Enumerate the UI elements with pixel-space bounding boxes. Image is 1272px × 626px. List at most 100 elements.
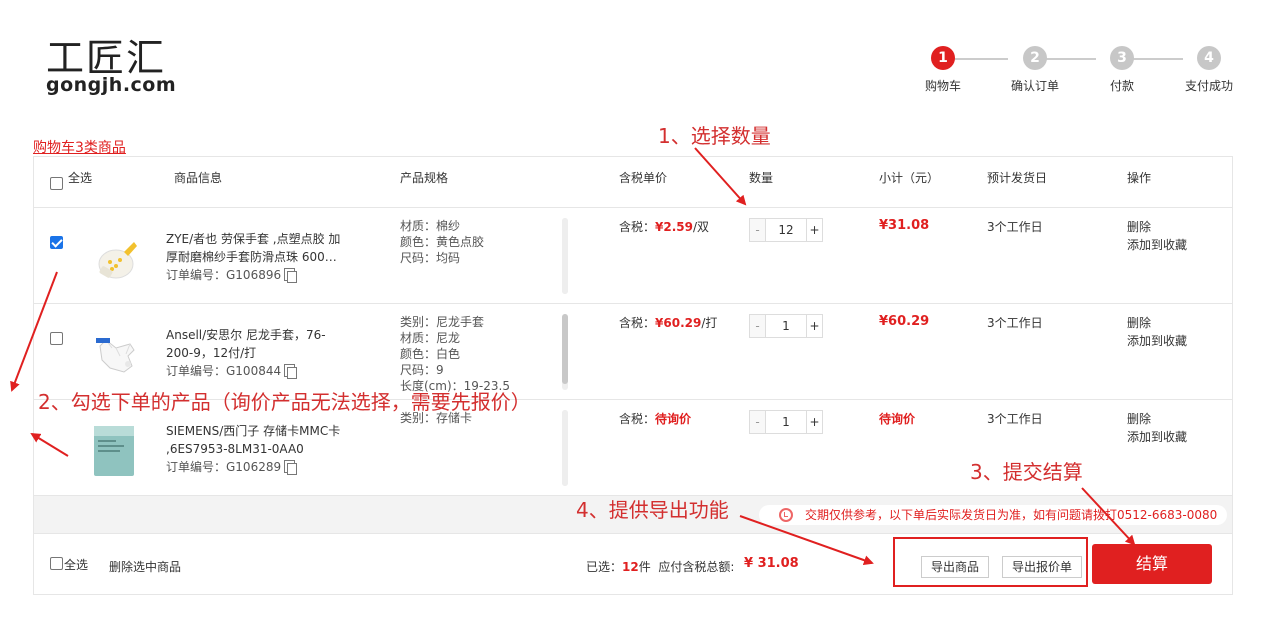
annotation-check-products: 2、勾选下单的产品（询价产品无法选择，需要先报价） xyxy=(38,390,531,414)
header-select-all: 全选 xyxy=(68,171,93,185)
product-title[interactable]: Ansell/安思尔 尼龙手套，76-200-9，12付/打 xyxy=(166,326,346,362)
quantity-stepper: - 1 + xyxy=(749,314,823,338)
delete-link[interactable]: 删除 xyxy=(1127,314,1187,332)
step-label: 付款 xyxy=(1109,79,1134,93)
export-goods-button[interactable]: 导出商品 xyxy=(921,556,989,578)
scrollbar-track xyxy=(562,218,568,294)
qty-decrease-button[interactable]: - xyxy=(750,315,766,337)
siemens-memory-card-image[interactable] xyxy=(86,422,142,478)
row-subtotal: ¥31.08 xyxy=(879,218,930,233)
annotation-select-quantity: 1、选择数量 xyxy=(658,124,771,148)
spec-line: 尺码：均码 xyxy=(400,251,461,265)
step-number: 2 xyxy=(1023,46,1047,70)
spec-line: 材质：尼龙 xyxy=(400,331,461,345)
add-to-favorites-link[interactable]: 添加到收藏 xyxy=(1127,428,1187,446)
logo[interactable]: 工匠汇 gongjh.com xyxy=(44,38,184,98)
spec-scrollbar[interactable] xyxy=(562,410,568,486)
total-label: 应付含税总额: xyxy=(658,560,735,574)
add-to-favorites-link[interactable]: 添加到收藏 xyxy=(1127,236,1187,254)
qty-input[interactable]: 1 xyxy=(767,411,805,433)
step-payment-success: 4 支付成功 xyxy=(1174,46,1244,94)
copy-icon[interactable] xyxy=(284,268,298,283)
annotation-export: 4、提供导出功能 xyxy=(576,498,729,522)
qty-increase-button[interactable]: + xyxy=(806,411,822,433)
qty-input[interactable]: 12 xyxy=(767,219,805,241)
product-spec: 类别：尼龙手套 材质：尼龙 颜色：白色 尺码：9 长度(cm)：19-23.5 xyxy=(400,314,560,392)
copy-icon[interactable] xyxy=(284,460,298,475)
product-name[interactable]: ZYE/者也 劳保手套 ,点塑点胶 加厚耐磨棉纱手套防滑点珠 600… 订单编号… xyxy=(166,230,346,284)
spec-line: 尺码：9 xyxy=(400,363,444,377)
product-name[interactable]: SIEMENS/西门子 存储卡MMC卡 ,6ES7953-8LM31-0AA0 … xyxy=(166,422,346,476)
select-all-checkbox[interactable] xyxy=(50,177,63,190)
logo-chinese-text: 工匠汇 xyxy=(46,36,167,80)
header-unit-price: 含税单价 xyxy=(619,171,668,185)
product-title[interactable]: SIEMENS/西门子 存储卡MMC卡 ,6ES7953-8LM31-0AA0 xyxy=(166,422,346,458)
step-number: 3 xyxy=(1110,46,1134,70)
delete-link[interactable]: 删除 xyxy=(1127,410,1187,428)
spec-scrollbar[interactable] xyxy=(562,314,568,390)
step-label: 购物车 xyxy=(924,79,961,93)
header-operations: 操作 xyxy=(1127,171,1152,185)
footer-select-all-checkbox[interactable] xyxy=(50,557,63,570)
export-quote-button[interactable]: 导出报价单 xyxy=(1002,556,1082,578)
header-product-info: 商品信息 xyxy=(174,171,223,185)
product-spec: 材质：棉纱 颜色：黄色点胶 尺码：均码 xyxy=(400,218,560,296)
delete-selected-link[interactable]: 删除选中商品 xyxy=(109,558,181,575)
order-number-text: 订单编号：G100844 xyxy=(166,364,282,378)
footer-select-all-label[interactable]: 全选 xyxy=(64,556,88,573)
row-operations: 删除 添加到收藏 xyxy=(1127,314,1187,350)
table-header: 全选 商品信息 产品规格 含税单价 数量 小计（元） 预计发货日 操作 xyxy=(34,157,1232,208)
checkout-steps: 1 购物车 2 确认订单 3 付款 4 支付成功 xyxy=(918,46,1248,96)
header-quantity: 数量 xyxy=(749,171,774,185)
price-unit: /打 xyxy=(701,316,718,330)
total-amount: ¥ 31.08 xyxy=(744,556,799,571)
spec-line: 颜色：白色 xyxy=(400,347,461,361)
copy-icon[interactable] xyxy=(284,364,298,379)
selected-suffix: 件 xyxy=(638,560,651,574)
scrollbar-thumb[interactable] xyxy=(562,314,568,384)
product-title[interactable]: ZYE/者也 劳保手套 ,点塑点胶 加厚耐磨棉纱手套防滑点珠 600… xyxy=(166,230,346,266)
qty-decrease-button[interactable]: - xyxy=(750,219,766,241)
order-number-text: 订单编号：G106289 xyxy=(166,460,282,474)
price-prefix: 含税： xyxy=(619,412,656,426)
step-payment: 3 付款 xyxy=(1087,46,1157,94)
row-checkbox[interactable] xyxy=(50,332,63,345)
ship-date: 3个工作日 xyxy=(987,316,1043,330)
order-number: 订单编号：G106896 xyxy=(166,266,346,284)
order-number: 订单编号：G106289 xyxy=(166,458,346,476)
row-operations: 删除 添加到收藏 xyxy=(1127,410,1187,446)
add-to-favorites-link[interactable]: 添加到收藏 xyxy=(1127,332,1187,350)
table-row: ZYE/者也 劳保手套 ,点塑点胶 加厚耐磨棉纱手套防滑点珠 600… 订单编号… xyxy=(34,208,1232,304)
delivery-notice-text: 交期仅供参考，以下单后实际发货日为准，如有问题请拨打0512-6683-0080 xyxy=(805,508,1218,522)
row-operations: 删除 添加到收藏 xyxy=(1127,218,1187,254)
price-unit: /双 xyxy=(692,220,710,234)
product-name[interactable]: Ansell/安思尔 尼龙手套，76-200-9，12付/打 订单编号：G100… xyxy=(166,326,346,380)
qty-increase-button[interactable]: + xyxy=(806,315,822,337)
ship-date: 3个工作日 xyxy=(987,220,1043,234)
row-checkbox[interactable] xyxy=(50,236,63,249)
checkout-button[interactable]: 结算 xyxy=(1092,544,1212,584)
qty-increase-button[interactable]: + xyxy=(806,219,822,241)
price-prefix: 含税： xyxy=(619,316,656,330)
white-nylon-glove-image[interactable] xyxy=(86,326,142,382)
step-label: 确认订单 xyxy=(1010,79,1059,93)
selected-prefix: 已选： xyxy=(586,560,623,574)
qty-decrease-button[interactable]: - xyxy=(750,411,766,433)
step-confirm-order: 2 确认订单 xyxy=(1000,46,1070,94)
header-spec: 产品规格 xyxy=(400,171,449,185)
logo-domain-text: gongjh.com xyxy=(46,74,177,96)
unit-price: 含税：¥2.59/双 xyxy=(619,218,709,235)
step-number: 4 xyxy=(1197,46,1221,70)
cart-count-link[interactable]: 购物车3类商品 xyxy=(33,137,126,157)
price-prefix: 含税： xyxy=(619,220,656,234)
spec-scrollbar[interactable] xyxy=(562,218,568,294)
clock-icon xyxy=(779,508,793,522)
scrollbar-track xyxy=(562,410,568,486)
delete-link[interactable]: 删除 xyxy=(1127,218,1187,236)
qty-input[interactable]: 1 xyxy=(767,315,805,337)
ship-date: 3个工作日 xyxy=(987,412,1043,426)
quantity-stepper: - 12 + xyxy=(749,218,823,242)
order-number-text: 订单编号：G106896 xyxy=(166,268,282,282)
export-highlight-box: 导出商品 导出报价单 xyxy=(893,537,1088,587)
yellow-glove-image[interactable] xyxy=(86,230,142,286)
